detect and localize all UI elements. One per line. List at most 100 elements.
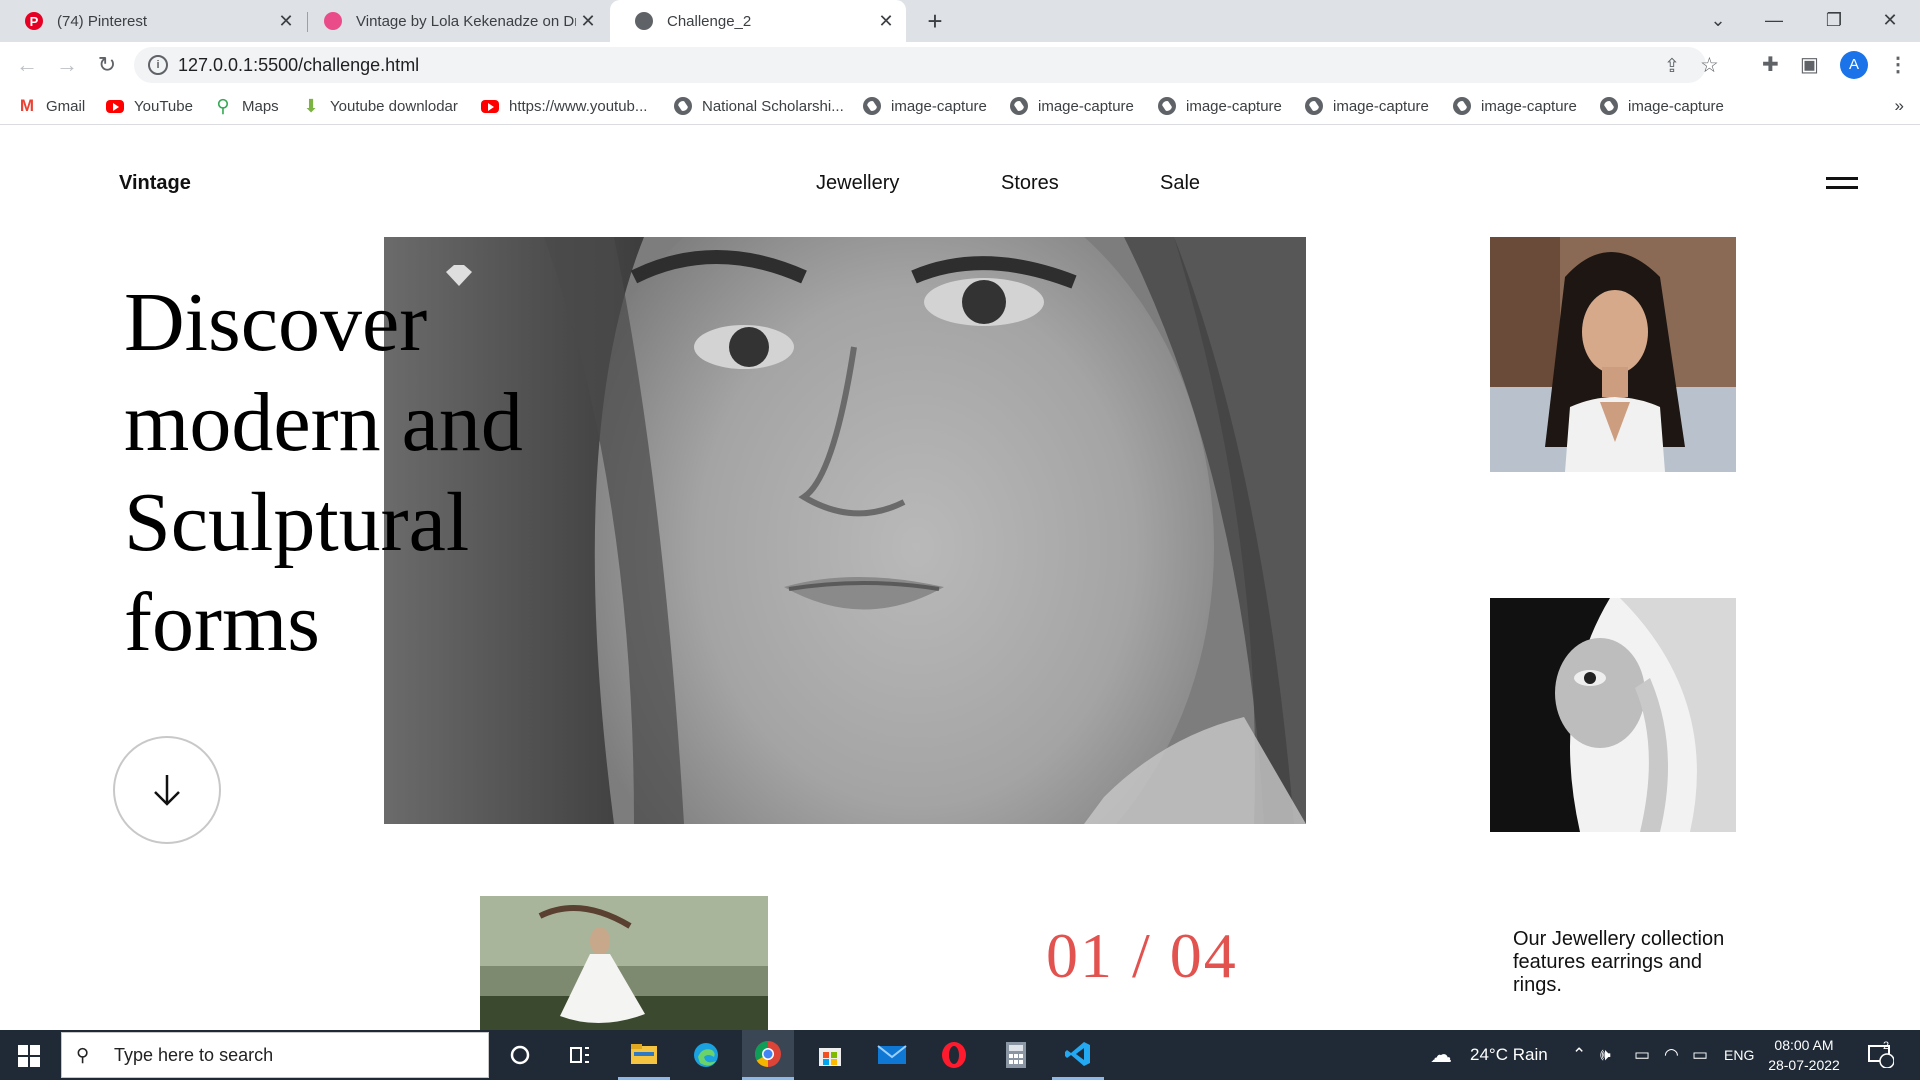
bookmark-item[interactable]: image-capture — [1158, 88, 1282, 124]
bookmark-item[interactable]: ⬇ Youtube downlodar — [302, 88, 457, 124]
weather-icon[interactable]: ☁ — [1430, 1030, 1452, 1080]
bookmark-item[interactable]: https://www.youtub... — [481, 88, 647, 124]
gallery-thumbnail[interactable] — [1490, 237, 1736, 472]
language-indicator[interactable]: ENG — [1724, 1030, 1754, 1080]
gallery-thumbnail[interactable] — [1490, 598, 1736, 832]
opera-icon[interactable] — [928, 1030, 980, 1080]
nav-link-sale[interactable]: Sale — [1160, 172, 1200, 195]
tab-title: Vintage by Lola Kekenadze on Dribbble — [356, 12, 576, 30]
notifications-icon[interactable] — [1868, 1030, 1895, 1080]
cortana-icon[interactable] — [494, 1030, 546, 1080]
tab-pinterest[interactable]: P (74) Pinterest ✕ — [0, 0, 306, 42]
tab-strip: P (74) Pinterest ✕ Vintage by Lola Keken… — [0, 0, 1920, 42]
profile-avatar[interactable]: A — [1840, 51, 1868, 79]
meet-now-icon[interactable]: ▭ — [1634, 1030, 1650, 1080]
globe-icon — [674, 97, 692, 115]
tab-challenge[interactable]: Challenge_2 ✕ — [610, 0, 906, 42]
search-placeholder: Type here to search — [114, 1044, 274, 1065]
bookmark-item[interactable]: image-capture — [1453, 88, 1577, 124]
globe-icon — [1600, 97, 1618, 115]
speaker-icon[interactable]: 🕪 — [1600, 1030, 1611, 1080]
gmail-icon: M — [19, 96, 35, 115]
globe-icon — [863, 97, 881, 115]
nav-link-stores[interactable]: Stores — [1001, 172, 1059, 195]
side-panel-icon[interactable]: ▣ — [1800, 52, 1819, 77]
system-clock[interactable]: 08:00 AM 28-07-2022 — [1760, 1035, 1848, 1075]
bookmark-item[interactable]: image-capture — [1010, 88, 1134, 124]
windows-start-icon[interactable] — [18, 1045, 40, 1067]
globe-icon — [1010, 97, 1028, 115]
nav-link-jewellery[interactable]: Jewellery — [816, 172, 899, 195]
collection-description: Our Jewellery collection features earrin… — [1513, 928, 1725, 996]
reload-button[interactable]: ↻ — [90, 48, 124, 82]
dribbble-icon — [324, 12, 342, 30]
bookmark-star-icon[interactable]: ☆ — [1700, 53, 1719, 78]
mail-icon[interactable] — [866, 1030, 918, 1080]
weather-text[interactable]: 24°C Rain — [1470, 1030, 1548, 1080]
bookmark-item[interactable]: National Scholarshi... — [674, 88, 844, 124]
calculator-icon[interactable] — [990, 1030, 1042, 1080]
bookmark-item[interactable]: ⚲ Maps — [214, 88, 278, 124]
bookmarks-bar: M Gmail YouTube ⚲ Maps ⬇ Youtube downlodar … — [0, 88, 1920, 125]
minimize-button[interactable]: — — [1746, 0, 1802, 40]
search-icon: ⚲ — [76, 1044, 90, 1065]
new-tab-button[interactable]: + — [920, 6, 950, 36]
tab-search-button[interactable]: ⌄ — [1690, 0, 1746, 40]
download-icon: ⬇ — [303, 96, 319, 116]
battery-icon[interactable]: ▭ — [1692, 1030, 1708, 1080]
globe-icon — [1305, 97, 1323, 115]
youtube-icon — [481, 99, 499, 113]
forward-button[interactable]: → — [50, 48, 84, 82]
site-logo[interactable]: Vintage — [119, 172, 191, 195]
tab-title: Challenge_2 — [667, 12, 752, 30]
clock-date: 28-07-2022 — [1768, 1057, 1840, 1073]
globe-icon — [635, 12, 653, 30]
youtube-icon — [106, 99, 124, 113]
chrome-icon[interactable] — [742, 1030, 794, 1080]
clock-time: 08:00 AM — [1774, 1037, 1834, 1053]
edge-icon[interactable] — [680, 1030, 732, 1080]
hero-headline: Discover modern and Sculptural forms — [124, 276, 523, 669]
close-icon[interactable]: ✕ — [576, 11, 600, 32]
vscode-icon[interactable] — [1052, 1030, 1104, 1080]
task-view-icon[interactable] — [554, 1030, 606, 1080]
svg-text:P: P — [30, 14, 39, 29]
file-explorer-icon[interactable] — [618, 1030, 670, 1080]
slide-counter: 01 / 04 — [1046, 920, 1238, 991]
tab-dribbble[interactable]: Vintage by Lola Kekenadze on Dribbble ✕ — [308, 0, 608, 42]
address-bar[interactable]: i 127.0.0.1:5500/challenge.html ⇪ ☆ — [134, 47, 1719, 83]
maximize-button[interactable]: ❐ — [1806, 0, 1862, 40]
chevron-up-icon[interactable]: ⌃ — [1572, 1030, 1586, 1080]
notification-count: 2 — [1883, 1040, 1890, 1052]
extensions-icon[interactable]: ✚ — [1762, 52, 1779, 77]
bookmark-item[interactable]: M Gmail — [18, 88, 85, 124]
url-text[interactable]: 127.0.0.1:5500/challenge.html — [178, 55, 419, 76]
taskbar: ⚲ Type here to search ☁ 24°C Rain ⌃ 🕪 ▭ … — [0, 1030, 1920, 1080]
store-icon[interactable] — [804, 1030, 856, 1080]
wifi-icon[interactable]: ◠ — [1664, 1030, 1679, 1080]
site-info-icon[interactable]: i — [148, 55, 168, 75]
scroll-down-button[interactable] — [113, 736, 221, 844]
tab-title: (74) Pinterest — [57, 12, 148, 30]
menu-icon[interactable]: ⋮ — [1888, 52, 1908, 77]
close-icon[interactable]: ✕ — [274, 11, 298, 32]
globe-icon — [1158, 97, 1176, 115]
bookmark-item[interactable]: YouTube — [106, 88, 193, 124]
maps-icon: ⚲ — [216, 96, 230, 116]
bookmark-item[interactable]: image-capture — [1305, 88, 1429, 124]
bookmark-item[interactable]: image-capture — [863, 88, 987, 124]
share-icon[interactable]: ⇪ — [1664, 55, 1680, 78]
taskbar-search-box[interactable]: ⚲ Type here to search — [61, 1032, 489, 1078]
close-icon[interactable]: ✕ — [874, 11, 898, 32]
back-button[interactable]: ← — [10, 48, 44, 82]
globe-icon — [1453, 97, 1471, 115]
pinterest-icon: P — [25, 12, 43, 30]
browser-toolbar: ← → ↻ i 127.0.0.1:5500/challenge.html ⇪ … — [0, 42, 1920, 88]
hamburger-menu-icon[interactable] — [1826, 177, 1858, 189]
arrow-down-icon — [154, 775, 180, 806]
bookmark-item[interactable]: image-capture — [1600, 88, 1724, 124]
collection-image[interactable] — [480, 896, 768, 1030]
page-viewport: Vintage Jewellery Stores Sale Discover m… — [0, 125, 1920, 1030]
window-close-button[interactable]: ✕ — [1862, 0, 1918, 40]
bookmarks-overflow-button[interactable]: » — [1895, 88, 1904, 124]
